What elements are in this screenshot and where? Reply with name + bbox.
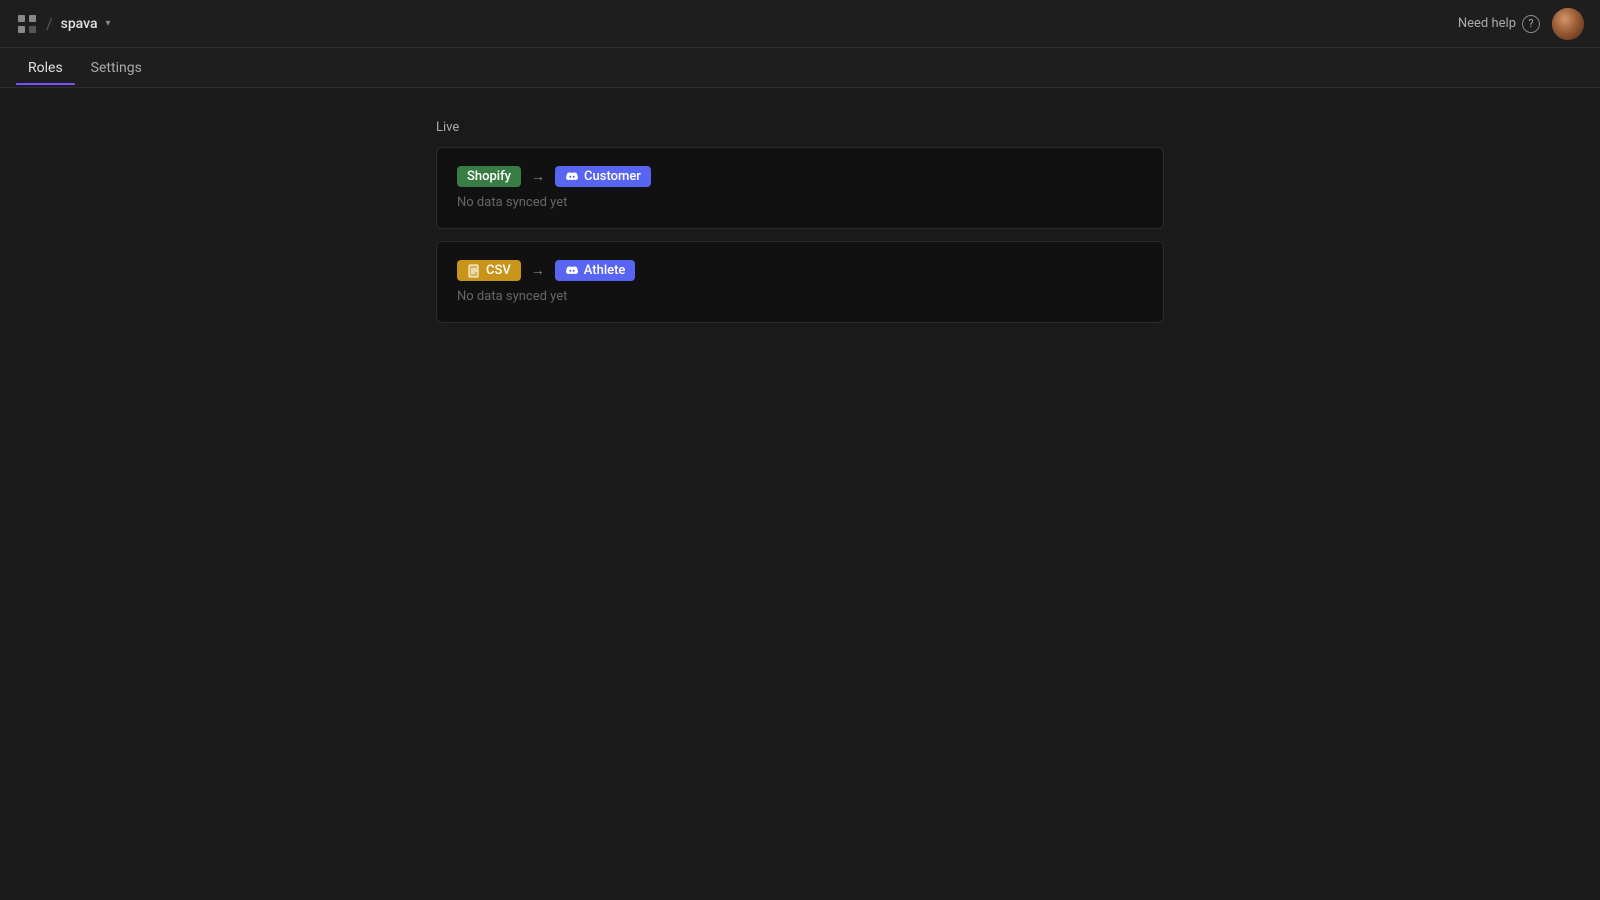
header-right: Need help ? bbox=[1458, 8, 1584, 40]
discord-icon-1 bbox=[565, 170, 579, 184]
need-help-button[interactable]: Need help ? bbox=[1458, 15, 1540, 33]
avatar-image bbox=[1552, 8, 1584, 40]
need-help-label: Need help bbox=[1458, 16, 1516, 31]
destination-label-athlete: Athlete bbox=[584, 263, 626, 278]
source-badge-shopify: Shopify bbox=[457, 166, 521, 187]
source-label-csv: CSV bbox=[486, 263, 511, 278]
sync-card-shopify-customer[interactable]: Shopify → Customer No data synced yet bbox=[436, 147, 1164, 229]
content-inner: Live Shopify → Customer No data synced y… bbox=[436, 120, 1164, 335]
no-data-text-1: No data synced yet bbox=[457, 195, 1143, 210]
tab-roles[interactable]: Roles bbox=[16, 52, 75, 84]
header-left: / spava ▾ bbox=[16, 13, 111, 35]
project-name[interactable]: spava bbox=[61, 16, 98, 32]
arrow-icon-2: → bbox=[531, 262, 545, 279]
section-label: Live bbox=[436, 120, 1164, 135]
header: / spava ▾ Need help ? bbox=[0, 0, 1600, 48]
help-circle-icon: ? bbox=[1522, 15, 1540, 33]
sync-card-row-2: CSV → Athlete bbox=[457, 260, 1143, 281]
breadcrumb-separator: / bbox=[46, 14, 53, 33]
discord-icon-2 bbox=[565, 264, 579, 278]
project-chevron-icon[interactable]: ▾ bbox=[106, 18, 111, 29]
sync-card-csv-athlete[interactable]: CSV → Athlete No data synced yet bbox=[436, 241, 1164, 323]
csv-file-icon bbox=[467, 264, 481, 278]
main-content: Live Shopify → Customer No data synced y… bbox=[0, 88, 1600, 335]
arrow-icon-1: → bbox=[531, 168, 545, 185]
sync-card-row-1: Shopify → Customer bbox=[457, 166, 1143, 187]
user-avatar[interactable] bbox=[1552, 8, 1584, 40]
source-badge-csv: CSV bbox=[457, 260, 521, 281]
destination-badge-customer: Customer bbox=[555, 166, 651, 187]
no-data-text-2: No data synced yet bbox=[457, 289, 1143, 304]
destination-badge-athlete: Athlete bbox=[555, 260, 636, 281]
logo-icon bbox=[16, 13, 38, 35]
nav-tabs: Roles Settings bbox=[0, 48, 1600, 88]
tab-settings[interactable]: Settings bbox=[79, 52, 154, 84]
destination-label-customer: Customer bbox=[584, 169, 641, 184]
